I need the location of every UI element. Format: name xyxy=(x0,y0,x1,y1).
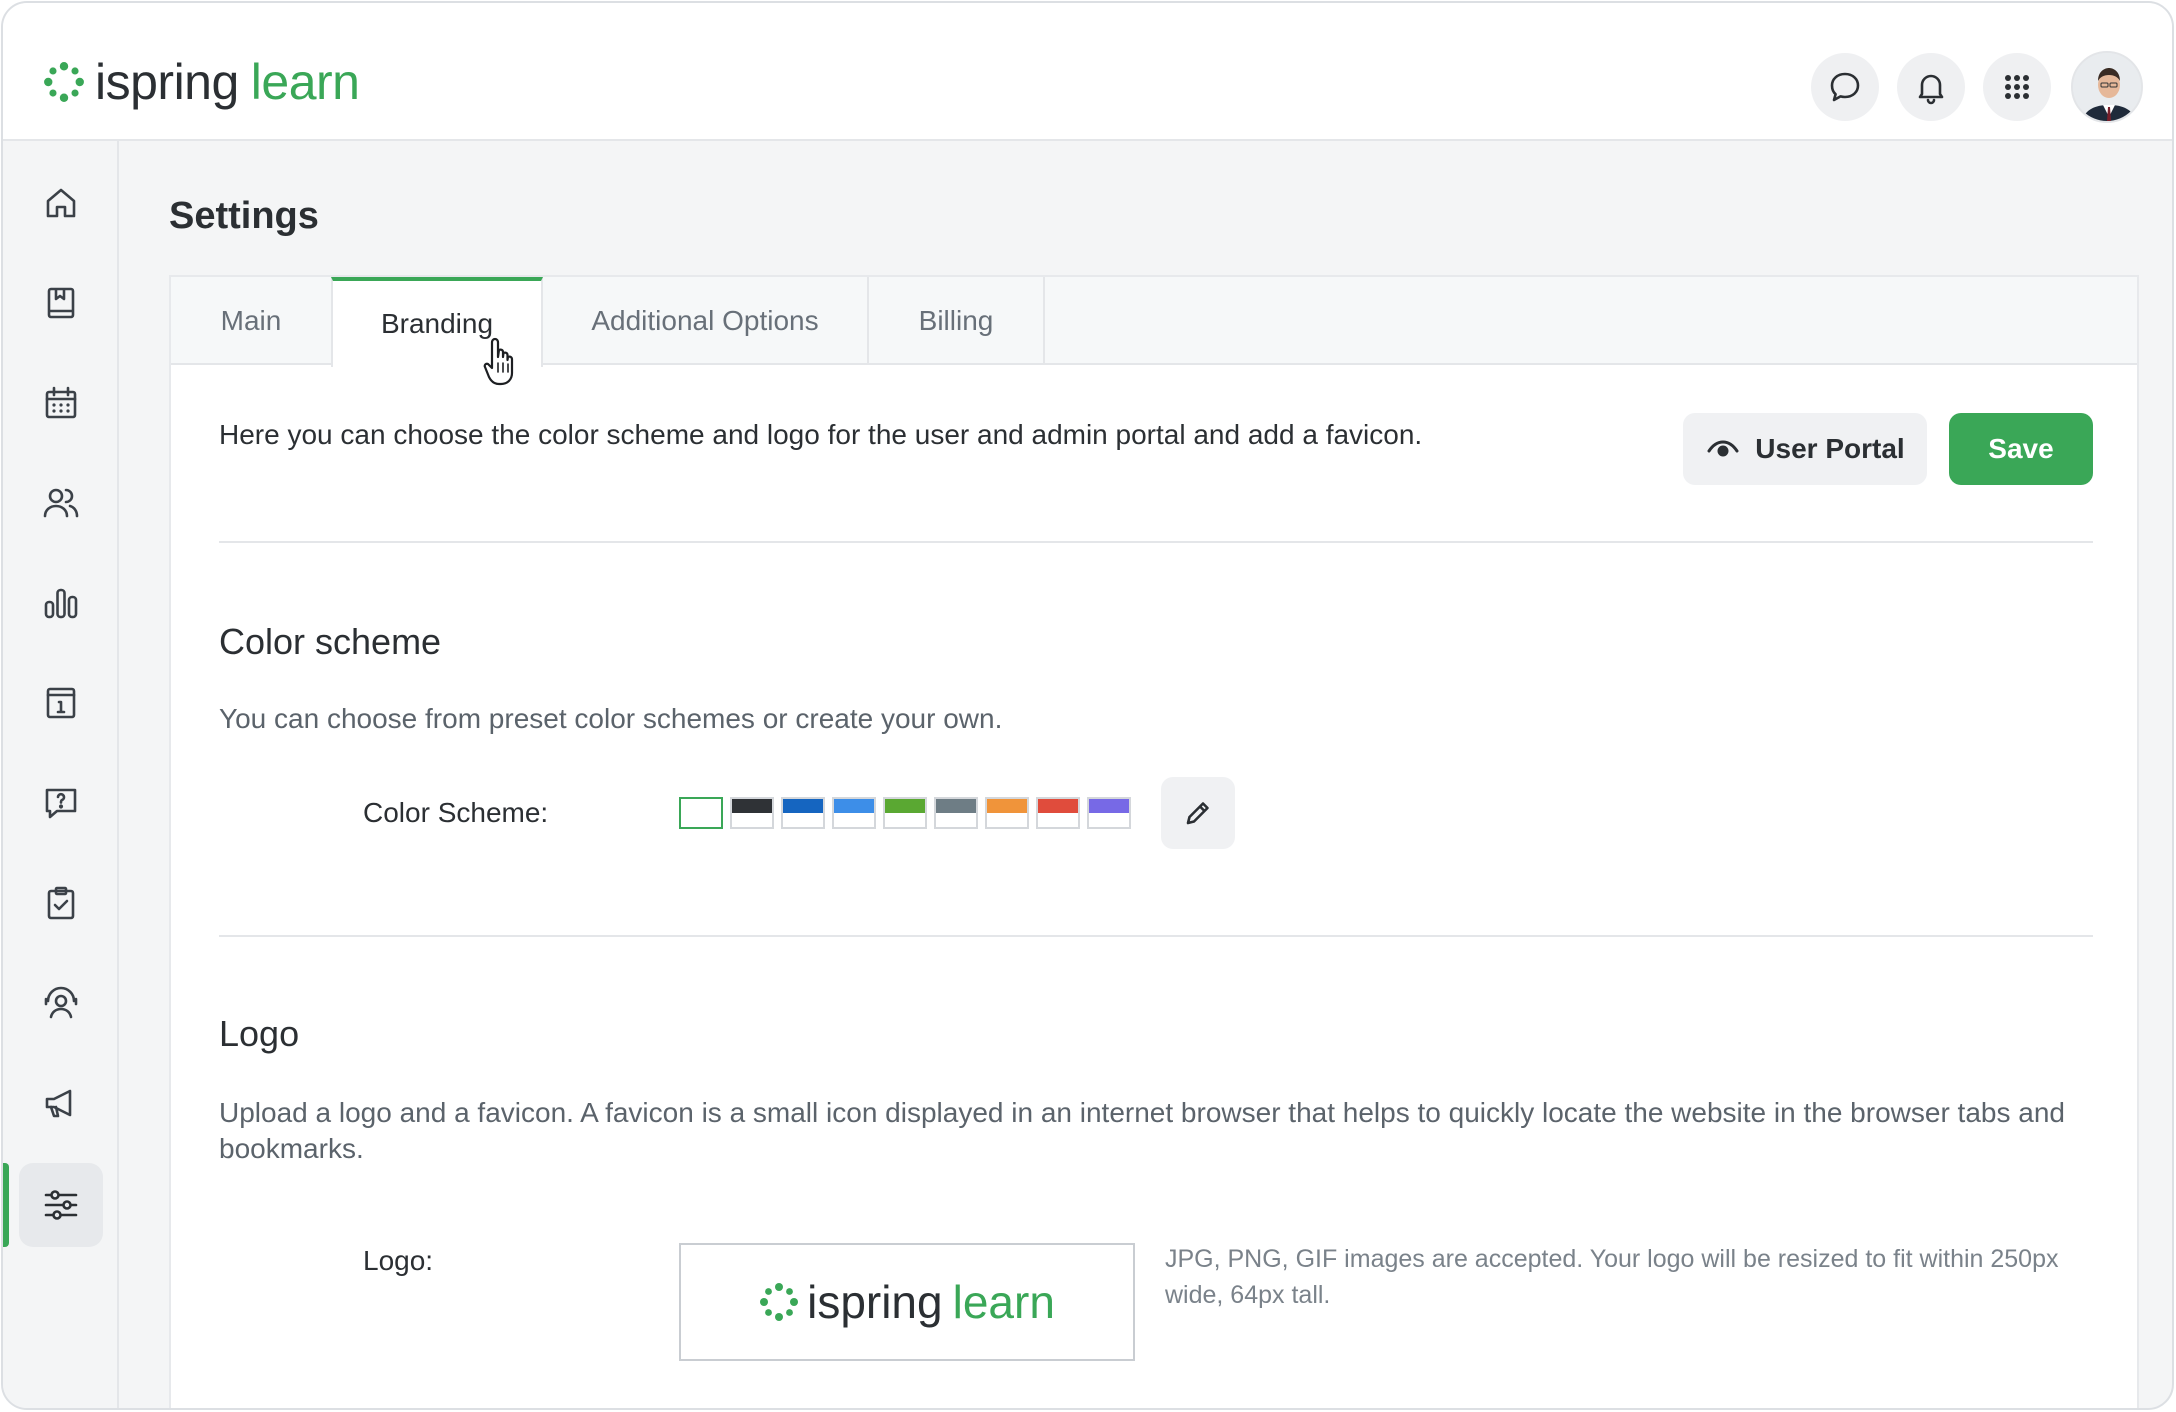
color-swatch-fill xyxy=(681,799,721,813)
info-board-icon xyxy=(46,687,76,719)
color-swatch-fill xyxy=(885,799,925,813)
color-swatch-list xyxy=(679,797,1138,829)
logo-preview-part2: learn xyxy=(952,1276,1055,1328)
tab-additional-options[interactable]: Additional Options xyxy=(543,277,869,365)
brand-name-part1: ispring xyxy=(95,54,239,110)
tab-billing[interactable]: Billing xyxy=(869,277,1045,365)
color-scheme-description: You can choose from preset color schemes… xyxy=(219,703,1003,734)
section-divider xyxy=(219,541,2093,543)
pencil-icon xyxy=(1186,802,1209,825)
color-swatch-fill xyxy=(834,799,874,813)
reports-icon xyxy=(44,588,78,619)
page-title: Settings xyxy=(169,195,319,237)
apps-grid-icon xyxy=(2005,75,2029,99)
hand-cursor-icon xyxy=(483,337,514,386)
left-sidebar xyxy=(3,141,119,1408)
color-scheme-title: Color scheme xyxy=(219,621,442,662)
color-swatch[interactable] xyxy=(934,797,978,829)
tab-main[interactable]: Main xyxy=(171,277,333,365)
calendar-icon xyxy=(45,386,77,419)
color-swatch[interactable] xyxy=(679,797,723,829)
question-icon xyxy=(45,788,77,819)
sidebar-item-assignments[interactable] xyxy=(19,861,103,945)
sidebar-item-home[interactable] xyxy=(19,161,103,245)
sidebar-item-calendar[interactable] xyxy=(19,361,103,445)
color-swatch[interactable] xyxy=(730,797,774,829)
color-swatch-fill xyxy=(987,799,1027,813)
notifications-button[interactable] xyxy=(1897,53,1965,121)
sidebar-item-questions[interactable] xyxy=(19,761,103,845)
home-icon xyxy=(46,188,76,218)
color-swatch[interactable] xyxy=(832,797,876,829)
clipboard-check-icon xyxy=(47,886,75,920)
settings-card: Main Branding Additional Options Billing… xyxy=(169,275,2139,1408)
section-divider xyxy=(219,935,2093,937)
avatar-portrait-icon xyxy=(2073,53,2141,121)
color-swatch[interactable] xyxy=(781,797,825,829)
color-swatch-fill xyxy=(1089,799,1129,813)
user-portal-label: User Portal xyxy=(1755,433,1905,464)
color-swatch[interactable] xyxy=(985,797,1029,829)
book-icon xyxy=(47,287,75,319)
sidebar-item-info[interactable] xyxy=(19,661,103,745)
logo-preview-part1: ispring xyxy=(807,1276,943,1328)
settings-sliders-icon xyxy=(44,1190,78,1220)
support-user-icon xyxy=(44,986,78,1019)
user-portal-button[interactable]: User Portal xyxy=(1683,413,1927,485)
active-indicator xyxy=(3,1163,9,1247)
eye-icon xyxy=(1707,440,1739,457)
user-avatar[interactable] xyxy=(2071,51,2143,123)
color-swatch-fill xyxy=(1038,799,1078,813)
sidebar-item-reports[interactable] xyxy=(19,561,103,645)
edit-color-scheme-button[interactable] xyxy=(1161,777,1235,849)
chat-icon xyxy=(1830,72,1860,102)
logo-upload-preview[interactable]: ispring learn xyxy=(679,1243,1135,1361)
color-swatch-fill xyxy=(936,799,976,813)
color-swatch-fill xyxy=(732,799,772,813)
ispring-logo-icon xyxy=(760,1283,799,1321)
brand-name-part2: learn xyxy=(250,54,360,110)
top-header: ispring learn xyxy=(3,3,2172,141)
megaphone-icon xyxy=(45,1089,72,1118)
logo-section-title: Logo xyxy=(219,1013,300,1054)
apps-button[interactable] xyxy=(1983,53,2051,121)
save-button[interactable]: Save xyxy=(1949,413,2093,485)
logo-upload-hint: JPG, PNG, GIF images are accepted. Your … xyxy=(1165,1245,2059,1309)
sidebar-item-announcements[interactable] xyxy=(19,1061,103,1145)
ispring-logo-icon xyxy=(44,62,84,102)
color-scheme-label: Color Scheme: xyxy=(363,797,549,828)
sidebar-item-settings[interactable] xyxy=(19,1163,103,1247)
color-swatch-fill xyxy=(783,799,823,813)
bell-icon xyxy=(1918,74,1944,105)
color-swatch[interactable] xyxy=(883,797,927,829)
app-window: ispring learn Settings Main Branding Add… xyxy=(1,1,2174,1410)
color-swatch[interactable] xyxy=(1036,797,1080,829)
users-icon xyxy=(43,488,79,518)
branding-intro-text: Here you can choose the color scheme and… xyxy=(219,419,1423,450)
chat-button[interactable] xyxy=(1811,53,1879,121)
logo-section-description: Upload a logo and a favicon. A favicon i… xyxy=(219,1097,2065,1164)
logo-field-label: Logo: xyxy=(363,1245,434,1276)
color-swatch[interactable] xyxy=(1087,797,1131,829)
sidebar-item-support[interactable] xyxy=(19,961,103,1045)
brand-logo[interactable]: ispring learn xyxy=(43,51,360,113)
settings-tabs: Main Branding Additional Options Billing xyxy=(171,277,2137,367)
sidebar-item-users[interactable] xyxy=(19,461,103,545)
sidebar-item-courses[interactable] xyxy=(19,261,103,345)
